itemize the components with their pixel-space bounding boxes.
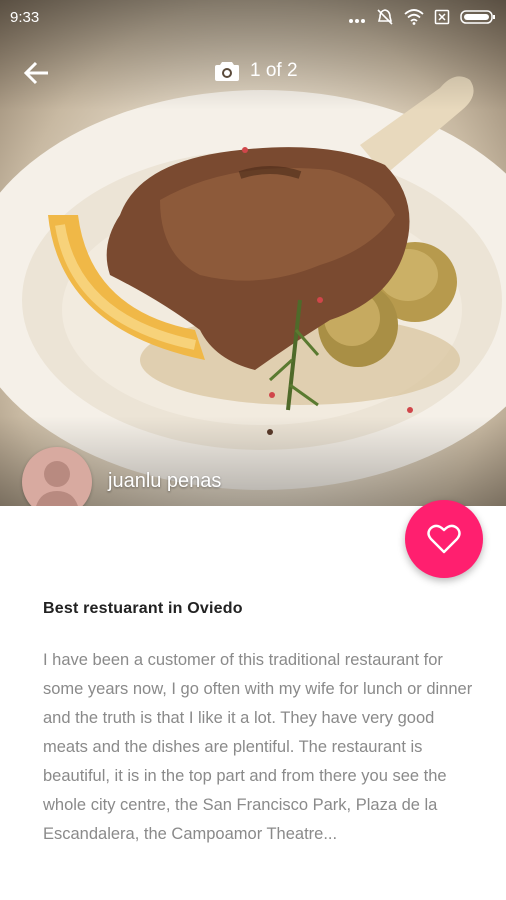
author-info[interactable]: juanlu penas	[22, 447, 221, 506]
photo-counter: 1 of 2	[214, 60, 298, 82]
sim-off-icon	[434, 9, 450, 29]
status-bar: 9:33	[0, 0, 506, 34]
arrow-left-icon	[23, 61, 48, 85]
more-dots-icon	[348, 11, 366, 28]
author-name[interactable]: juanlu penas	[108, 470, 221, 493]
wifi-icon	[404, 9, 424, 29]
person-silhouette-icon	[36, 461, 78, 506]
silent-icon	[376, 8, 394, 30]
avatar[interactable]	[22, 447, 92, 506]
back-button[interactable]	[22, 58, 58, 90]
battery-icon	[460, 9, 496, 29]
photo-counter-text: 1 of 2	[250, 60, 298, 81]
review-title: Best restuarant in Oviedo	[43, 600, 243, 617]
toolbar: 1 of 2	[0, 50, 506, 96]
heart-outline-icon	[427, 524, 461, 554]
hero-photo[interactable]: 9:33 1 of 2 juanlu penas	[0, 0, 506, 506]
camera-icon	[215, 62, 239, 81]
status-time: 9:33	[10, 9, 40, 26]
favorite-button[interactable]	[405, 500, 483, 578]
review-body: I have been a customer of this tradition…	[43, 651, 473, 843]
